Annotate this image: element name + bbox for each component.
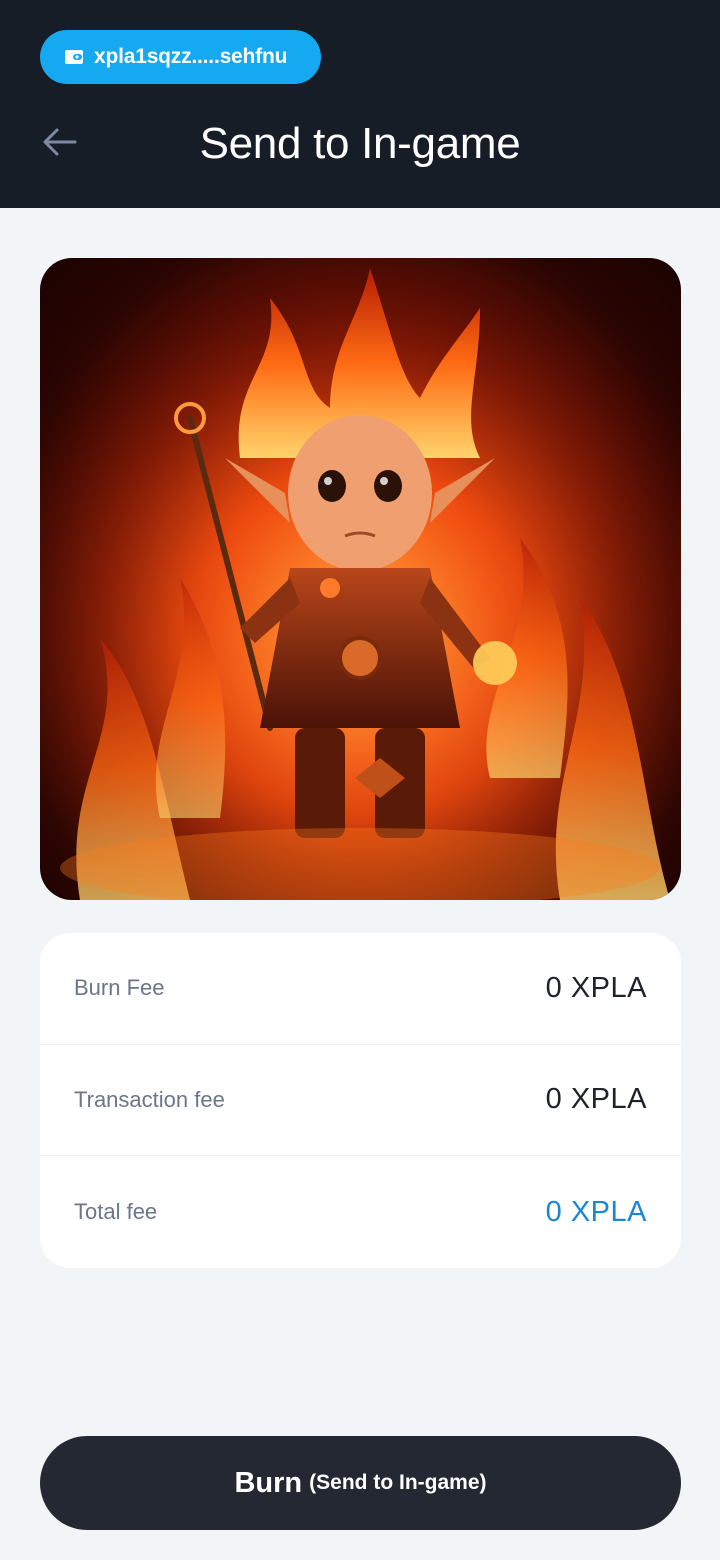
total-fee-value: 0 XPLA — [545, 1195, 647, 1228]
wallet-address-pill[interactable]: xpla1sqzz.....sehfnu — [40, 30, 321, 84]
fee-summary-card: Burn Fee 0 XPLA Transaction fee 0 XPLA T… — [40, 933, 681, 1268]
wallet-icon — [64, 48, 84, 66]
burn-fee-value: 0 XPLA — [545, 971, 647, 1004]
transaction-fee-value: 0 XPLA — [545, 1083, 647, 1116]
total-fee-label: Total fee — [74, 1199, 158, 1225]
wallet-address: xpla1sqzz.....sehfnu — [94, 45, 288, 68]
burn-fee-label: Burn Fee — [74, 975, 165, 1001]
page-title: Send to In-game — [199, 119, 521, 168]
transaction-fee-label: Transaction fee — [74, 1086, 225, 1112]
burn-button-label: Burn — [234, 1466, 303, 1499]
total-fee-row: Total fee 0 XPLA — [40, 1156, 681, 1268]
burn-send-button[interactable]: Burn (Send to In-game) — [40, 1436, 681, 1530]
nft-image — [40, 258, 681, 900]
burn-fee-row: Burn Fee 0 XPLA — [40, 933, 681, 1045]
transaction-fee-row: Transaction fee 0 XPLA — [40, 1045, 681, 1157]
fire-elf-illustration — [40, 258, 681, 900]
app-header: xpla1sqzz.....sehfnu Send to In-game — [0, 0, 720, 208]
burn-button-sublabel: (Send to In-game) — [309, 1471, 487, 1494]
